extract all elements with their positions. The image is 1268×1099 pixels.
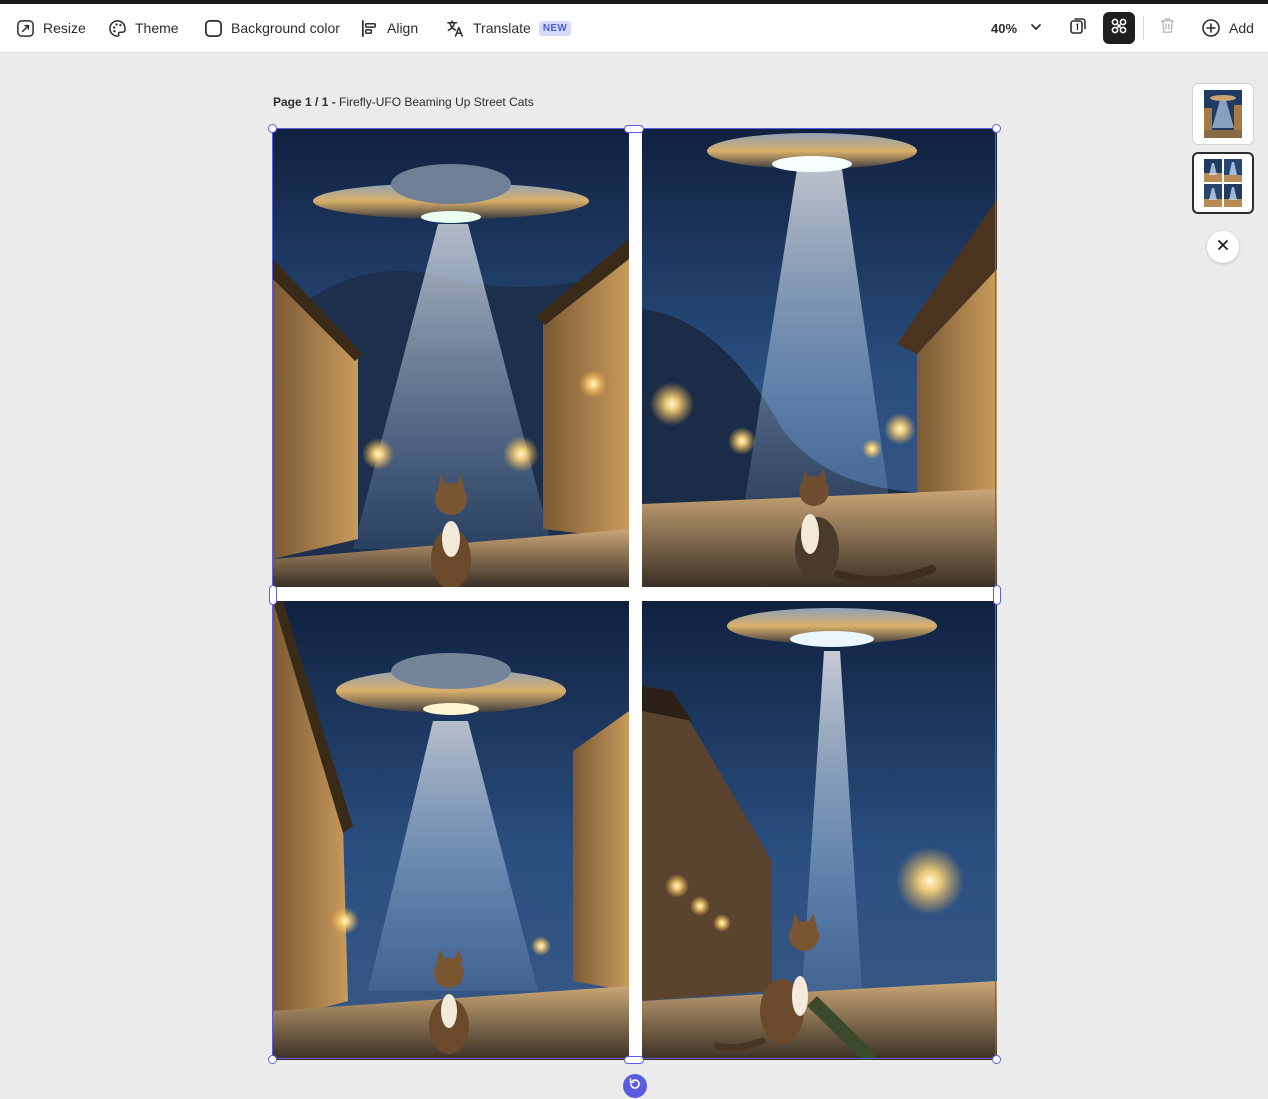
page-title: Page 1 / 1 - Firefly-UFO Beaming Up Stre… xyxy=(273,95,534,109)
ufo-cat-image-3[interactable] xyxy=(273,601,629,1060)
grid-page-thumbnail[interactable] xyxy=(1192,152,1254,214)
resize-handle-left[interactable] xyxy=(269,585,277,605)
chevron-down-icon xyxy=(1029,20,1043,37)
grid-layout-icon xyxy=(1109,16,1129,41)
align-icon xyxy=(360,19,379,38)
grid-layout-button[interactable] xyxy=(1103,12,1135,44)
theme-palette-icon xyxy=(108,19,127,38)
close-panel-button[interactable] xyxy=(1207,231,1239,263)
add-circle-icon xyxy=(1201,18,1221,38)
duplicate-page-button[interactable] xyxy=(1062,12,1094,44)
translate-icon xyxy=(446,19,465,38)
resize-label: Resize xyxy=(43,20,86,36)
trash-icon xyxy=(1158,16,1177,40)
page-number-label: Page 1 / 1 - xyxy=(273,95,336,109)
resize-handle-bottom-left[interactable] xyxy=(268,1055,277,1064)
zoom-value: 40% xyxy=(991,20,1018,36)
translate-label: Translate xyxy=(473,20,531,36)
new-badge: NEW xyxy=(538,20,572,36)
rotate-button[interactable] xyxy=(623,1074,647,1098)
background-color-button[interactable]: Background color xyxy=(204,4,340,52)
theme-button[interactable]: Theme xyxy=(108,4,179,52)
resize-icon xyxy=(16,19,35,38)
background-color-label: Background color xyxy=(231,20,340,36)
resize-handle-top[interactable] xyxy=(624,125,644,133)
align-button[interactable]: Align xyxy=(360,4,418,52)
resize-handle-bottom-right[interactable] xyxy=(992,1055,1001,1064)
design-canvas[interactable] xyxy=(273,129,997,1060)
resize-handle-top-left[interactable] xyxy=(268,124,277,133)
resize-button[interactable]: Resize xyxy=(16,4,86,52)
add-label: Add xyxy=(1229,20,1254,36)
close-icon xyxy=(1216,238,1230,257)
page-document-title: Firefly-UFO Beaming Up Street Cats xyxy=(339,95,534,109)
single-image-page-thumbnail[interactable] xyxy=(1192,83,1254,145)
ufo-cat-image-4[interactable] xyxy=(642,601,997,1060)
top-toolbar: Resize Theme Background color Align Tran… xyxy=(0,4,1268,53)
add-button[interactable]: Add xyxy=(1201,4,1254,52)
align-label: Align xyxy=(387,20,419,36)
resize-handle-right[interactable] xyxy=(993,585,1001,605)
zoom-dropdown[interactable]: 40% xyxy=(991,4,1043,52)
background-color-icon xyxy=(204,19,223,38)
toolbar-divider xyxy=(1143,16,1144,40)
translate-button[interactable]: Translate NEW xyxy=(446,4,572,52)
resize-handle-bottom[interactable] xyxy=(624,1056,644,1064)
duplicate-page-icon xyxy=(1068,16,1088,41)
theme-label: Theme xyxy=(135,20,179,36)
rotate-icon xyxy=(628,1077,642,1096)
ufo-cat-image-2[interactable] xyxy=(642,129,997,587)
ufo-cat-image-1[interactable] xyxy=(273,129,629,587)
delete-button[interactable] xyxy=(1151,12,1183,44)
resize-handle-top-right[interactable] xyxy=(992,124,1001,133)
